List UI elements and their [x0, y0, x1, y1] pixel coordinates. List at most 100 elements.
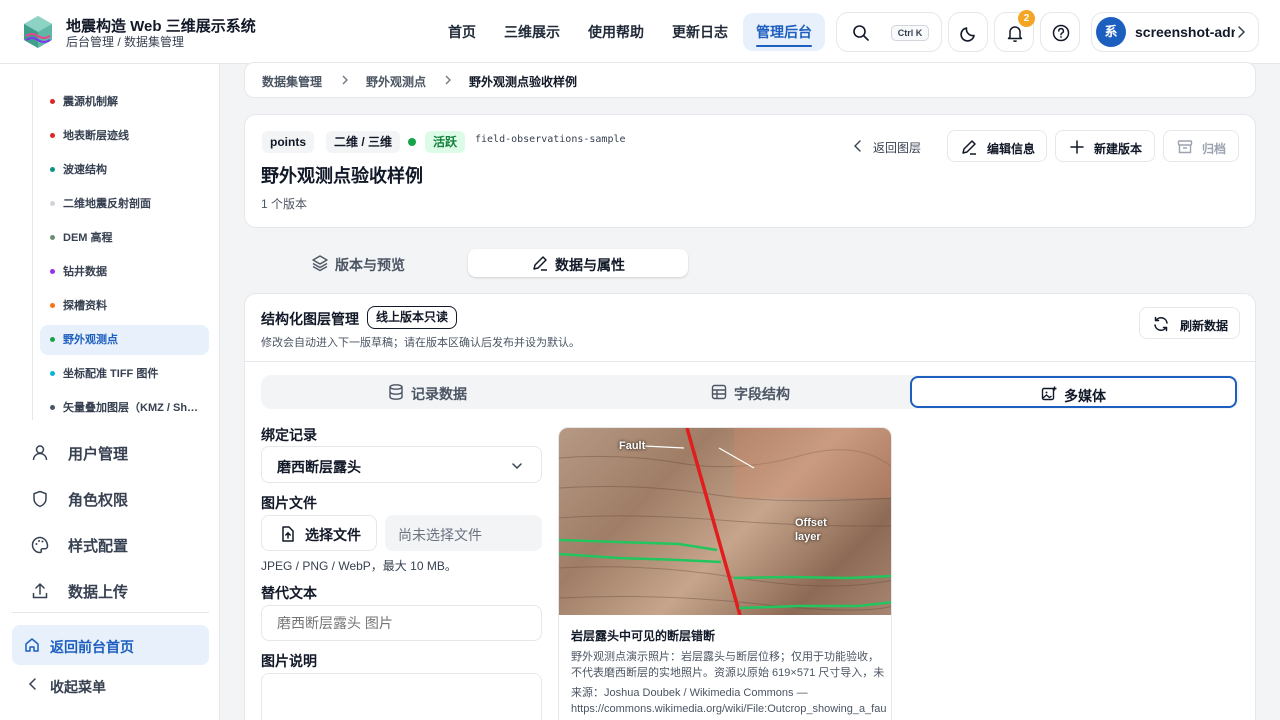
media-source-url[interactable]: https://commons.wikimedia.org/wiki/File:… — [571, 703, 887, 715]
description-textarea[interactable] — [261, 673, 542, 720]
image-add-icon — [1041, 386, 1057, 401]
nav-3d-view[interactable]: 三维展示 — [496, 13, 568, 51]
sidebar-subitem[interactable]: 震源机制解 — [40, 87, 209, 117]
record-select[interactable]: 磨西断层露头 — [261, 446, 542, 483]
sidebar-subitem[interactable]: DEM 高程 — [40, 223, 209, 253]
breadcrumb-current: 野外观测点验收样例 — [469, 75, 578, 89]
archive-icon — [1177, 140, 1193, 154]
status-dot — [50, 269, 55, 274]
avatar: 系 — [1096, 17, 1126, 47]
archive-button[interactable]: 归档 — [1163, 130, 1239, 162]
main-tabs: 版本与预览 数据与属性 — [244, 246, 692, 280]
layers-icon — [312, 255, 328, 272]
collapse-menu-button[interactable]: 收起菜单 — [24, 673, 204, 697]
shield-icon — [33, 490, 47, 508]
notification-count-badge: 2 — [1018, 10, 1035, 27]
pencil-icon — [962, 140, 976, 155]
sub-tabs: 记录数据 字段结构 多媒体 — [261, 375, 1239, 409]
status-dot — [50, 201, 55, 206]
app-logo — [24, 16, 52, 48]
sidebar-item-roles[interactable]: 角色权限 — [24, 483, 214, 513]
sidebar-subitem[interactable]: 波速结构 — [40, 155, 209, 185]
media-caption-title: 岩层露头中可见的断层错断 — [571, 629, 716, 643]
nav-help[interactable]: 使用帮助 — [580, 13, 652, 51]
collapse-menu-label: 收起菜单 — [50, 679, 106, 695]
media-item-card[interactable]: Fault Offset layer 岩层露头中可见的断层错断 野外观测点演示照… — [558, 427, 892, 720]
media-source-author: Joshua Doubek / Wikimedia Commons — — [604, 687, 808, 699]
sidebar-item-styles[interactable]: 样式配置 — [24, 529, 214, 559]
media-caption-text: 野外观测点演示照片：岩层露头与断层位移；仅用于功能验收，不代表磨西断层的实地照片… — [571, 651, 885, 679]
tab-label: 版本与预览 — [335, 257, 405, 273]
back-to-home-button[interactable]: 返回前台首页 — [12, 625, 209, 665]
alt-text-input[interactable] — [261, 605, 542, 641]
media-source: 来源：Joshua Doubek / Wikimedia Commons — h… — [571, 685, 887, 717]
choose-file-button[interactable]: 选择文件 — [261, 515, 377, 551]
status-dot — [50, 405, 55, 410]
sidebar-subitem-label: 矢量叠加图层（KMZ / Sh… — [63, 402, 199, 414]
refresh-data-label: 刷新数据 — [1180, 319, 1229, 333]
media-caption-description: 野外观测点演示照片：岩层露头与断层位移；仅用于功能验收，不代表磨西断层的实地照片… — [571, 649, 887, 681]
tab-label: 数据与属性 — [555, 257, 625, 273]
search-icon — [853, 25, 869, 41]
sidebar-subitem[interactable]: 地表断层迹线 — [40, 121, 209, 151]
media-source-prefix: 来源： — [571, 687, 604, 699]
sidebar-subitem[interactable]: 二维地震反射剖面 — [40, 189, 209, 219]
refresh-icon — [1154, 316, 1168, 332]
sidebar-item-label: 样式配置 — [68, 538, 129, 555]
help-circle-icon — [1052, 24, 1070, 42]
sidebar-subitem[interactable]: 钻井数据 — [40, 257, 209, 287]
selected-file-display: 尚未选择文件 — [385, 515, 542, 551]
photo-overlay — [559, 428, 891, 615]
nav-admin[interactable]: 管理后台 — [743, 13, 825, 51]
sidebar-divider — [12, 612, 209, 613]
section-hint: 修改会自动进入下一版草稿；请在版本区确认后发布并设为默认。 — [261, 337, 580, 349]
refresh-data-button[interactable]: 刷新数据 — [1139, 307, 1240, 339]
top-header: 地震构造 Web 三维展示系统 后台管理 / 数据集管理 首页 三维展示 使用帮… — [0, 0, 1280, 64]
table-icon — [711, 384, 727, 400]
sidebar-item-upload[interactable]: 数据上传 — [24, 575, 214, 605]
sidebar-subitem[interactable]: 坐标配准 TIFF 图件 — [40, 359, 209, 389]
readonly-badge: 线上版本只读 — [367, 306, 458, 329]
help-button[interactable] — [1040, 12, 1080, 52]
sidebar-subitem-label: 震源机制解 — [63, 96, 118, 108]
plus-icon — [1070, 140, 1084, 154]
status-dot — [50, 99, 55, 104]
alt-text-label: 替代文本 — [261, 585, 317, 601]
theme-toggle-button[interactable] — [948, 12, 988, 52]
sidebar-subitem[interactable]: 矢量叠加图层（KMZ / Sh… — [40, 393, 209, 423]
file-hint: JPEG / PNG / WebP，最大 10 MB。 — [261, 559, 457, 573]
subtab-label: 记录数据 — [411, 386, 467, 402]
file-upload-icon — [282, 526, 294, 542]
subtab-records[interactable]: 记录数据 — [261, 376, 585, 408]
sidebar-item-label: 用户管理 — [68, 446, 129, 463]
breadcrumb: 数据集管理 野外观测点 野外观测点验收样例 — [244, 62, 1256, 98]
tab-versions-preview[interactable]: 版本与预览 — [244, 249, 468, 277]
edit-info-button[interactable]: 编辑信息 — [947, 130, 1047, 162]
sidebar-subitem[interactable]: 探槽资料 — [40, 291, 209, 321]
sidebar-subitem-label: DEM 高程 — [63, 232, 113, 244]
subtab-fields[interactable]: 字段结构 — [585, 376, 909, 408]
user-menu-button[interactable]: 系 screenshot-admin — [1091, 12, 1259, 52]
status-dot — [50, 235, 55, 240]
breadcrumb-layer[interactable]: 野外观测点 — [366, 73, 426, 90]
status-dot — [50, 371, 55, 376]
new-version-button[interactable]: 新建版本 — [1055, 130, 1155, 162]
sidebar-item-users[interactable]: 用户管理 — [24, 437, 214, 467]
description-label: 图片说明 — [261, 653, 317, 669]
database-icon — [389, 384, 403, 400]
nav-changelog[interactable]: 更新日志 — [664, 13, 736, 51]
sidebar-subitem-label: 坐标配准 TIFF 图件 — [63, 368, 159, 380]
sidebar-subitem-label: 探槽资料 — [63, 300, 107, 312]
edit-icon — [533, 256, 547, 271]
breadcrumb-datasets[interactable]: 数据集管理 — [262, 73, 322, 90]
version-count: 1 个版本 — [261, 197, 308, 211]
sidebar-item-label: 数据上传 — [68, 584, 129, 601]
subtab-media[interactable]: 多媒体 — [910, 376, 1237, 408]
tab-data-attributes[interactable]: 数据与属性 — [468, 249, 688, 277]
nav-home[interactable]: 首页 — [436, 13, 488, 51]
record-select-value: 磨西断层露头 — [277, 459, 361, 475]
search-button[interactable]: Ctrl K — [836, 12, 942, 52]
chevron-left-icon — [28, 678, 36, 690]
user-name: screenshot-admin — [1135, 24, 1235, 40]
sidebar-subitem[interactable]: 野外观测点 — [40, 325, 209, 355]
